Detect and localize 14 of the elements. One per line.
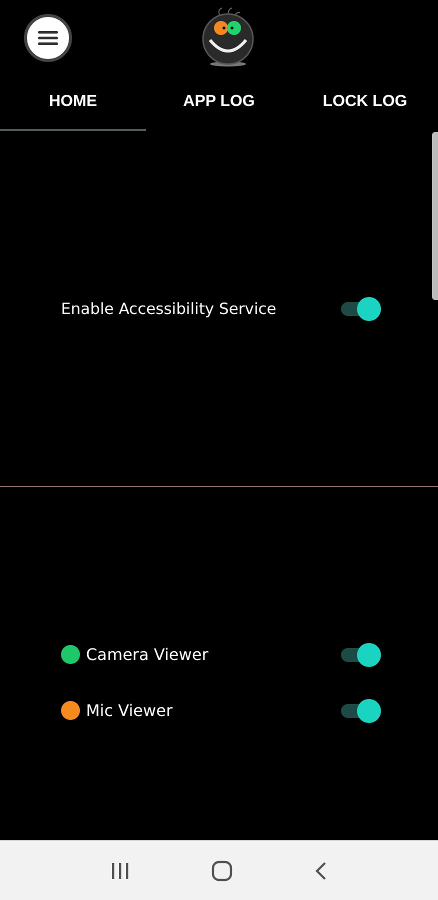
recent-apps-icon[interactable] <box>110 862 130 880</box>
back-icon[interactable] <box>314 860 328 880</box>
toggle-switch[interactable] <box>341 296 381 320</box>
viewer-label: Camera Viewer <box>86 645 210 664</box>
toggle-switch[interactable] <box>341 642 381 666</box>
menu-button[interactable] <box>24 14 72 62</box>
tab[interactable]: LOCK LOG <box>292 75 438 131</box>
setting-label: Enable Accessibility Service <box>61 300 278 318</box>
toggle-switch[interactable] <box>341 698 381 722</box>
viewer-label: Mic Viewer <box>86 701 174 720</box>
home-icon[interactable] <box>210 860 233 882</box>
tab[interactable]: APP LOG <box>146 75 292 131</box>
menu-icon <box>37 28 59 46</box>
tab[interactable]: HOME <box>0 75 146 131</box>
